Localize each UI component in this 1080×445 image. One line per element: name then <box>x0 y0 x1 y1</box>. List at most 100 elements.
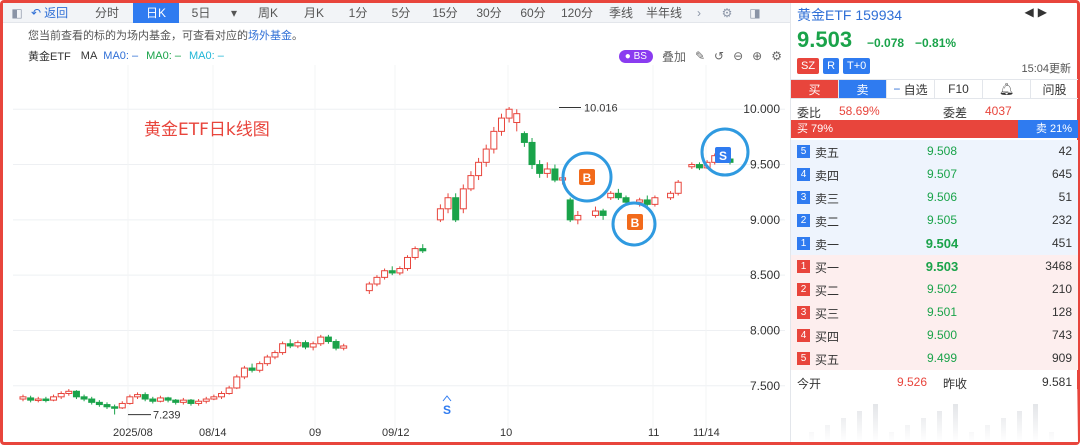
period-tab[interactable]: 月K <box>291 3 337 23</box>
panel-toggle-icon[interactable]: ◨ <box>741 3 769 23</box>
back-arrow-icon: ↶ <box>31 5 42 20</box>
period-tab[interactable]: 周K <box>245 3 291 23</box>
ask-row[interactable]: 2 卖二 9.505 232 <box>791 209 1078 232</box>
candle-body <box>667 192 675 199</box>
next-symbol-icon[interactable]: ▶ <box>1038 5 1051 19</box>
period-tab[interactable]: 5日 <box>179 3 223 23</box>
buy-sell-ratio-bar: 买 79% 卖 21% <box>791 120 1078 138</box>
more-days-dropdown-icon[interactable]: ▾ <box>223 3 245 23</box>
chevron-right-icon[interactable]: › <box>685 3 713 23</box>
period-tab[interactable]: 1分 <box>337 3 379 23</box>
bid-row[interactable]: 3 买三 9.501 128 <box>791 301 1078 324</box>
period-tab[interactable]: 5分 <box>379 3 423 23</box>
back-button[interactable]: ↶ 返回 <box>31 4 81 21</box>
ask-row[interactable]: 4 卖四 9.507 645 <box>791 163 1078 186</box>
level-label: 买二 <box>815 284 840 298</box>
candle-body <box>651 197 659 205</box>
bid-row[interactable]: 1 买一 9.503 3468 <box>791 255 1078 278</box>
candle-body <box>459 188 467 210</box>
price-change-pct: −0.81% <box>915 36 957 50</box>
weibi-value: 58.69% <box>839 104 880 118</box>
quote-symbol: 黄金ETF 159934 <box>797 5 902 25</box>
level-qty: 51 <box>1058 190 1072 204</box>
candle-body <box>622 197 630 203</box>
period-tab[interactable]: 60分 <box>511 3 555 23</box>
x-tick-label: 10 <box>500 427 513 439</box>
level-price: 9.499 <box>926 351 958 365</box>
sell-ratio: 卖 21% <box>1017 120 1078 138</box>
tab-ask-stock[interactable]: 问股 <box>1031 80 1078 98</box>
candle-body <box>365 283 373 292</box>
period-tab[interactable]: 120分 <box>555 3 599 23</box>
watchlist-label: 自选 <box>903 82 928 97</box>
candle-body <box>599 210 607 216</box>
period-tab[interactable]: 30分 <box>467 3 511 23</box>
bid-row[interactable]: 2 买二 9.502 210 <box>791 278 1078 301</box>
candle-body <box>57 393 65 398</box>
quote-code: 159934 <box>855 7 903 23</box>
level-price: 9.500 <box>926 328 958 342</box>
tab-watchlist[interactable]: − 自选 <box>887 80 935 98</box>
sidebar-toggle-icon[interactable]: ◧ <box>3 3 31 23</box>
candle-body <box>436 208 444 221</box>
candle-body <box>172 399 180 403</box>
bs-toggle[interactable]: ● BS <box>618 49 653 63</box>
open-value: 9.526 <box>897 375 928 389</box>
level-label: 卖四 <box>815 169 840 183</box>
period-tabs: 分时 日K 5日 ▾ 周K 月K 1分 5分 15分 30分 60分 120分 季线 半年线 <box>81 2 685 23</box>
ma-label[interactable]: MA <box>81 50 98 62</box>
candle-body <box>118 402 126 409</box>
candle-body <box>317 336 325 345</box>
tab-sell[interactable]: 卖 <box>839 80 887 98</box>
level-price: 9.506 <box>926 190 958 204</box>
buy-ratio: 买 79% <box>791 120 1018 138</box>
y-tick-label: 8.500 <box>750 268 780 282</box>
symbol-nav: ◀▶ <box>1025 5 1051 19</box>
candle-body <box>543 168 551 174</box>
candle-body <box>467 175 475 190</box>
sell-marker-label: S <box>719 149 727 163</box>
chart-settings-icon[interactable]: ⚙ <box>771 49 782 63</box>
kline-chart[interactable]: 10.000 9.500 9.000 8.500 8.000 7.500 10.016 7.2… <box>3 65 790 430</box>
candle-body <box>614 192 622 199</box>
zoom-in-icon[interactable]: ⊕ <box>752 49 762 63</box>
undo-icon[interactable]: ↺ <box>714 49 724 63</box>
zoom-out-icon[interactable]: ⊖ <box>733 49 743 63</box>
candle-body <box>551 168 559 181</box>
candle-body <box>19 396 27 400</box>
level-qty: 645 <box>1051 167 1072 181</box>
period-tab[interactable]: 季线 <box>599 3 643 23</box>
tab-buy[interactable]: 买 <box>791 80 839 98</box>
prev-symbol-icon[interactable]: ◀ <box>1025 5 1038 19</box>
chart-symbol-label: 黄金ETF <box>28 51 71 63</box>
period-tab[interactable]: 15分 <box>423 3 467 23</box>
tab-f10[interactable]: F10 <box>935 80 983 98</box>
candle-body <box>444 197 452 210</box>
level-qty: 42 <box>1058 144 1072 158</box>
gear-icon[interactable]: ⚙ <box>713 3 741 23</box>
period-tab[interactable]: 日K <box>133 2 179 23</box>
candle-body <box>126 396 134 404</box>
draw-brush-icon[interactable]: ✎ <box>695 49 705 63</box>
ask-row[interactable]: 1 卖一 9.504 451 <box>791 232 1078 255</box>
level-qty: 909 <box>1051 351 1072 365</box>
candle-body <box>528 141 536 166</box>
bell-icon[interactable]: 🔔︎ <box>983 80 1031 98</box>
ask-row[interactable]: 3 卖三 9.506 51 <box>791 186 1078 209</box>
fade-overlay <box>791 389 1078 442</box>
candle-body <box>248 367 256 371</box>
candle-body <box>42 398 50 402</box>
candle-body <box>141 394 149 400</box>
candle-body <box>607 192 615 199</box>
period-tab[interactable]: 分时 <box>81 3 133 23</box>
level-price: 9.504 <box>925 236 959 251</box>
overlay-button[interactable]: 叠加 <box>662 48 686 65</box>
bid-row[interactable]: 4 买四 9.500 743 <box>791 324 1078 347</box>
offexchange-fund-link[interactable]: 场外基金 <box>248 30 292 42</box>
level-qty: 743 <box>1051 328 1072 342</box>
period-tab[interactable]: 半年线 <box>643 3 685 23</box>
bid-row[interactable]: 5 买五 9.499 909 <box>791 347 1078 370</box>
candle-body <box>591 210 599 216</box>
x-tick-label: 08/14 <box>199 427 227 439</box>
ask-row[interactable]: 5 卖五 9.508 42 <box>791 140 1078 163</box>
